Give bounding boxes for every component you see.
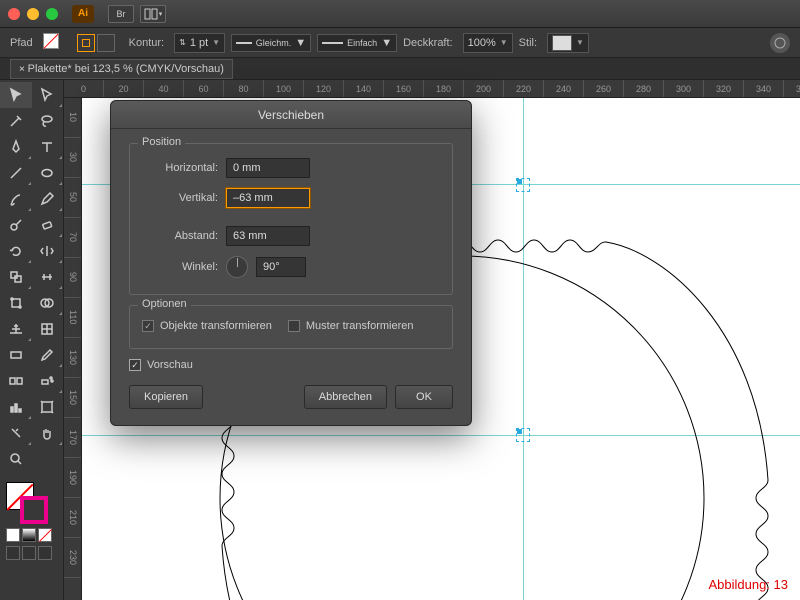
stroke-profile-dropdown[interactable]: Einfach▼ [317,34,397,52]
stroke-profile-label: Einfach [347,38,377,48]
minimize-window[interactable] [27,8,39,20]
screen-mode-switches [0,546,63,560]
fill-stroke-control[interactable] [0,480,63,526]
zoom-window[interactable] [46,8,58,20]
pencil-tool[interactable] [32,186,64,212]
line-tool[interactable] [0,160,32,186]
transform-patterns-checkbox: Muster transformieren [288,320,414,332]
info-button[interactable] [770,33,790,53]
preview-checkbox[interactable]: ✓Vorschau [129,359,453,371]
transform-objects-checkbox: ✓Objekte transformieren [142,320,272,332]
stroke-color-icon[interactable] [77,34,95,52]
blob-brush-tool[interactable] [0,212,32,238]
control-bar: Pfad Kontur: ⇅1 pt▼ Gleichm.▼ Einfach▼ D… [0,28,800,58]
fill-stroke-swatch[interactable] [43,33,67,53]
column-graph-tool[interactable] [0,394,32,420]
position-fieldset: Position Horizontal: Vertikal: Abstand: … [129,143,453,295]
perspective-grid-tool[interactable] [0,316,32,342]
app-badge: Ai [72,5,94,23]
eyedropper-tool[interactable] [32,342,64,368]
zoom-tool[interactable] [0,446,32,472]
vertical-input[interactable] [226,188,310,208]
free-transform-tool[interactable] [0,290,32,316]
angle-label: Winkel: [142,261,218,273]
scale-tool[interactable] [0,264,32,290]
arrange-documents-button[interactable]: ▾ [140,5,166,23]
opacity-dropdown[interactable]: 100%▼ [463,33,513,53]
color-mode[interactable] [6,528,20,542]
document-tab-label: Plakette* bei 123,5 % (CMYK/Vorschau) [28,63,224,75]
lasso-tool[interactable] [32,108,64,134]
draw-behind[interactable] [22,546,36,560]
graphic-style-dropdown[interactable]: ▼ [547,33,589,53]
ellipse-tool[interactable] [32,160,64,186]
vertical-label: Vertikal: [142,192,218,204]
pen-tool[interactable] [0,134,32,160]
options-fieldset: Optionen ✓Objekte transformieren Muster … [129,305,453,349]
stroke-weight-dropdown[interactable]: ⇅1 pt▼ [174,33,225,53]
rotate-tool[interactable] [0,238,32,264]
options-legend: Optionen [138,298,191,310]
ruler-horizontal[interactable]: 0204060801001201401601802002202402602803… [64,80,800,98]
figure-caption: Abbildung: 13 [708,577,788,592]
distance-input[interactable] [226,226,310,246]
mesh-tool[interactable] [32,316,64,342]
stroke-cap-label: Gleichm. [256,38,292,48]
reflect-tool[interactable] [32,238,64,264]
window-controls [8,8,58,20]
width-tool[interactable] [32,264,64,290]
tool-spacer [32,446,64,472]
opacity-label: Deckkraft: [403,37,453,49]
selection-handle-center[interactable] [516,428,530,442]
symbol-sprayer-tool[interactable] [32,368,64,394]
distance-label: Abstand: [142,230,218,242]
stroke-option-icon[interactable] [97,34,115,52]
hand-tool[interactable] [32,420,64,446]
cancel-button[interactable]: Abbrechen [304,385,387,409]
horizontal-label: Horizontal: [142,162,218,174]
gradient-mode[interactable] [22,528,36,542]
titlebar: Ai Br ▾ [0,0,800,28]
bridge-button[interactable]: Br [108,5,134,23]
opacity-value: 100% [468,37,496,49]
blend-tool[interactable] [0,368,32,394]
angle-input[interactable] [256,257,306,277]
close-window[interactable] [8,8,20,20]
draw-normal[interactable] [6,546,20,560]
ok-button[interactable]: OK [395,385,453,409]
brush-tool[interactable] [0,186,32,212]
gradient-tool[interactable] [0,342,32,368]
document-tab-bar: × Plakette* bei 123,5 % (CMYK/Vorschau) [0,58,800,80]
move-dialog: Verschieben Position Horizontal: Vertika… [110,100,472,426]
slice-tool[interactable] [0,420,32,446]
eraser-tool[interactable] [32,212,64,238]
color-mode-switches [0,528,63,542]
shape-builder-tool[interactable] [32,290,64,316]
style-label: Stil: [519,37,537,49]
type-tool[interactable] [32,134,64,160]
dialog-title: Verschieben [111,101,471,129]
stroke-weight-value: 1 pt [190,37,208,49]
horizontal-input[interactable] [226,158,310,178]
position-legend: Position [138,136,185,148]
tools-panel [0,80,64,600]
stroke-cap-dropdown[interactable]: Gleichm.▼ [231,34,311,52]
document-tab[interactable]: × Plakette* bei 123,5 % (CMYK/Vorschau) [10,59,233,79]
selection-type-label: Pfad [10,37,33,49]
selection-handle-top[interactable] [516,178,530,192]
angle-knob[interactable] [226,256,248,278]
none-mode[interactable] [38,528,52,542]
stroke-label: Kontur: [129,37,164,49]
draw-inside[interactable] [38,546,52,560]
artboard-tool[interactable] [32,394,64,420]
magic-wand-tool[interactable] [0,108,32,134]
selection-tool[interactable] [0,82,32,108]
stroke-swatch-group [77,34,115,52]
copy-button[interactable]: Kopieren [129,385,203,409]
ruler-vertical[interactable]: 1030507090110130150170190210230 [64,98,82,600]
direct-selection-tool[interactable] [32,82,64,108]
